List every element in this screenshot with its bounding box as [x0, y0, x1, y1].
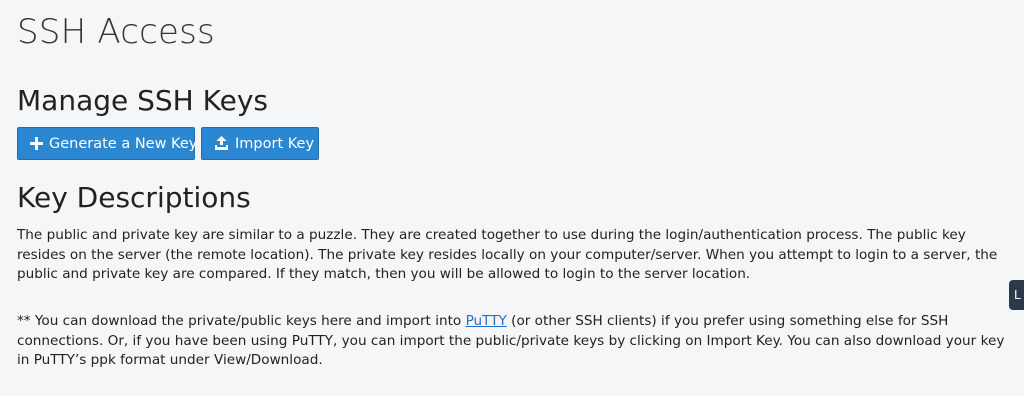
plus-icon	[30, 136, 43, 152]
putty-note-paragraph: ** You can download the private/public k…	[17, 312, 1017, 371]
key-description-paragraph: The public and private key are similar t…	[17, 227, 998, 282]
import-key-button[interactable]: Import Key	[201, 127, 319, 160]
import-key-label: Import Key	[235, 135, 315, 152]
key-actions: Generate a New Key Import Key	[17, 127, 319, 160]
side-feedback-tab[interactable]: L	[1009, 280, 1024, 310]
page-title: SSH Access	[17, 12, 215, 52]
manage-ssh-keys-heading: Manage SSH Keys	[17, 84, 268, 117]
key-descriptions-heading: Key Descriptions	[17, 181, 251, 214]
generate-new-key-button[interactable]: Generate a New Key	[17, 127, 198, 160]
side-tab-label: L	[1014, 288, 1021, 302]
ssh-access-page: SSH Access Manage SSH Keys Generate a Ne…	[0, 0, 1024, 396]
generate-new-key-label: Generate a New Key	[49, 135, 198, 152]
upload-icon	[214, 136, 229, 152]
putty-note-intro: ** You can download the private/public k…	[17, 313, 466, 329]
putty-link[interactable]: PuTTY	[466, 313, 507, 329]
